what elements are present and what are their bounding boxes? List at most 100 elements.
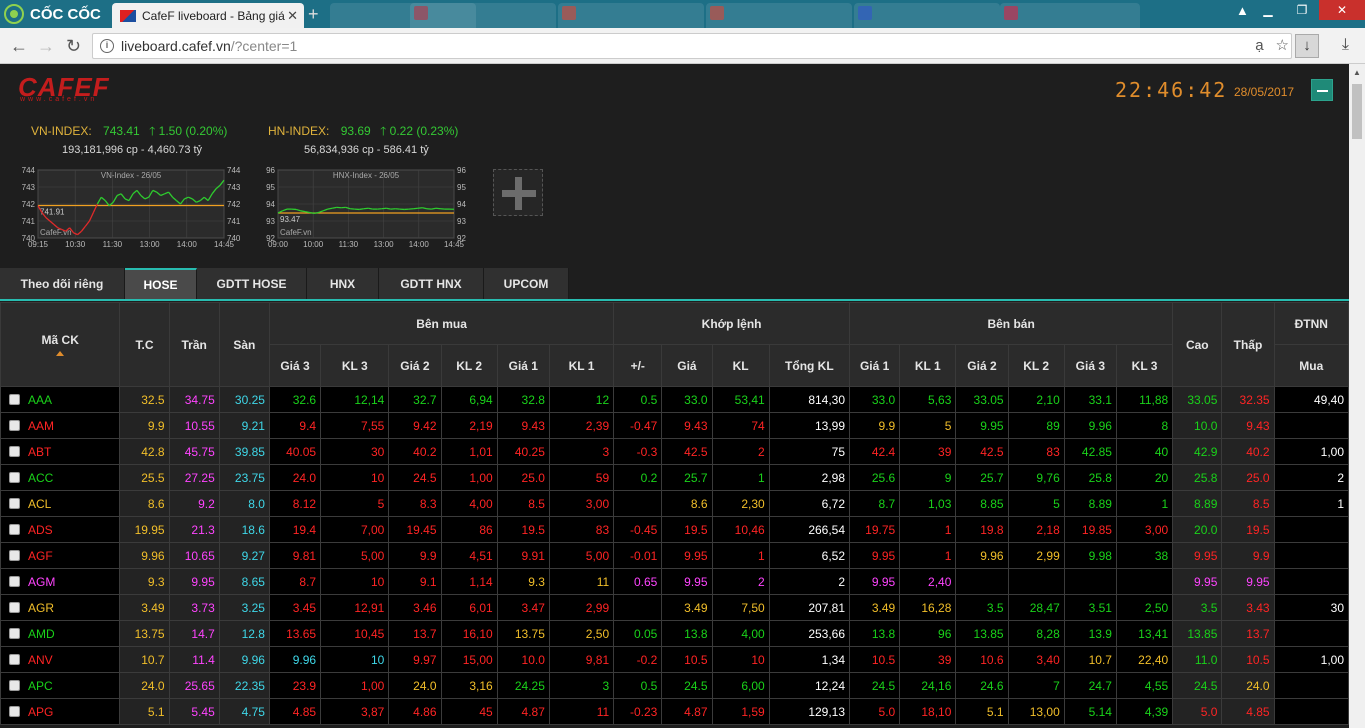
tab-hose[interactable]: HOSE <box>125 268 197 299</box>
col-thap: Thấp <box>1221 302 1275 387</box>
symbol-code[interactable]: ACC <box>28 471 53 485</box>
symbol-cell[interactable]: ABT <box>0 438 121 465</box>
symbol-cell[interactable]: APC <box>0 672 121 699</box>
background-tab[interactable] <box>706 3 852 28</box>
cell-17: 9.95 <box>1221 568 1275 595</box>
bookmark-star-icon[interactable]: ☆ <box>1276 36 1289 54</box>
table-row[interactable]: AAM 9.9 10.55 9.21 9.4 7,55 9.42 2,19 9.43 2,39 -0… <box>0 412 1349 439</box>
symbol-code[interactable]: ANV <box>28 653 53 667</box>
symbol-cell[interactable]: ANV <box>0 646 121 673</box>
collapse-header-button[interactable] <box>1311 79 1333 101</box>
address-field[interactable]: i liveboard.cafef.vn/?center=1 <box>92 33 1292 59</box>
symbol-cell[interactable]: AGR <box>0 594 121 621</box>
symbol-cell[interactable]: AGF <box>0 542 121 569</box>
translate-icon[interactable]: ạ <box>1255 37 1263 54</box>
watch-checkbox[interactable] <box>9 705 20 717</box>
symbol-cell[interactable]: AAA <box>0 386 121 413</box>
watch-checkbox[interactable] <box>9 653 20 665</box>
tab-cafef[interactable]: CafeF liveboard - Bảng giá ✕ <box>112 3 304 28</box>
table-row[interactable]: ADS 19.95 21.3 18.6 19.4 7,00 19.45 86 19.5 83 -0.… <box>0 516 1349 543</box>
tab-theo-d-i-ri-ng[interactable]: Theo dõi riêng <box>0 268 125 299</box>
symbol-code[interactable]: APC <box>28 679 53 693</box>
table-row[interactable]: AGM 9.3 9.95 8.65 8.7 10 9.1 1,14 9.3 11 0.65 9.95 2… <box>0 568 1349 595</box>
cell-1: 7,00 <box>320 516 390 543</box>
table-row[interactable]: APC 24.0 25.65 22.35 23.9 1,00 24.0 3,16 24.25 3 0… <box>0 672 1349 699</box>
coccoc-brand[interactable]: CỐC CỐC <box>4 4 101 24</box>
symbol-cell[interactable]: AAM <box>0 412 121 439</box>
symbol-cell[interactable]: APG <box>0 698 121 725</box>
watch-checkbox[interactable] <box>9 497 20 509</box>
symbol-code[interactable]: AAA <box>28 393 52 407</box>
symbol-cell[interactable]: AGM <box>0 568 121 595</box>
scroll-up-icon[interactable]: ▲ <box>1353 68 1361 77</box>
table-row[interactable]: AMD 13.75 14.7 12.8 13.65 10,45 13.7 16,10 13.75… <box>0 620 1349 647</box>
tab-gdtt-hnx[interactable]: GDTT HNX <box>379 268 484 299</box>
background-tab[interactable] <box>558 3 704 28</box>
tab-hnx[interactable]: HNX <box>307 268 379 299</box>
table-row[interactable]: ANV 10.7 11.4 9.96 9.96 10 9.97 15,00 10.0 9,81 -0… <box>0 646 1349 673</box>
table-row[interactable]: AGR 3.49 3.73 3.25 3.45 12,91 3.46 6,01 3.47 2,99… <box>0 594 1349 621</box>
minimize-icon[interactable]: ▁ <box>1251 0 1285 20</box>
watch-checkbox[interactable] <box>9 549 20 561</box>
sort-icon[interactable] <box>56 351 65 356</box>
table-row[interactable]: ABT 42.8 45.75 39.85 40.05 30 40.2 1,01 40.25 3 -0… <box>0 438 1349 465</box>
maximize-icon[interactable]: ❐ <box>1285 0 1319 20</box>
site-info-icon[interactable]: i <box>100 39 114 53</box>
symbol-code[interactable]: AAM <box>28 419 54 433</box>
background-tab[interactable] <box>410 3 556 28</box>
symbol-code[interactable]: ABT <box>28 445 51 459</box>
symbol-cell[interactable]: AMD <box>0 620 121 647</box>
back-icon[interactable]: ← <box>10 36 28 57</box>
vnindex-mini-chart[interactable]: 744 744743 743742 742741 741740 74009:15 10:30… <box>14 164 246 252</box>
cell-san: 39.85 <box>218 438 270 465</box>
close-window-icon[interactable]: ✕ <box>1319 0 1365 20</box>
col-symbol[interactable]: Mã CK <box>0 302 121 387</box>
symbol-code[interactable]: AGM <box>28 575 55 589</box>
add-chart-button[interactable] <box>493 169 543 216</box>
table-row[interactable]: ACL 8.6 9.2 8.0 8.12 5 8.3 4,00 8.5 3,00 8.6 2,30 6,… <box>0 490 1349 517</box>
symbol-cell[interactable]: ACL <box>0 490 121 517</box>
page-scrollbar[interactable]: ▲ <box>1349 64 1365 728</box>
cell-5: 2,39 <box>548 412 615 439</box>
new-tab-icon[interactable]: + <box>308 5 319 23</box>
cell-18 <box>1273 516 1349 543</box>
forward-icon[interactable]: → <box>37 36 55 57</box>
watch-checkbox[interactable] <box>9 393 20 405</box>
background-tab[interactable] <box>854 3 1000 28</box>
symbol-code[interactable]: AGF <box>28 549 53 563</box>
incognito-icon[interactable]: ▲ <box>1236 3 1249 18</box>
table-row[interactable]: APG 5.1 5.45 4.75 4.85 3,87 4.86 45 4.87 11 -0.23 4… <box>0 698 1349 725</box>
watch-checkbox[interactable] <box>9 601 20 613</box>
symbol-code[interactable]: ACL <box>28 497 51 511</box>
watch-checkbox[interactable] <box>9 523 20 535</box>
background-tab[interactable] <box>1000 3 1140 28</box>
symbol-cell[interactable]: ACC <box>0 464 121 491</box>
symbol-code[interactable]: AGR <box>28 601 54 615</box>
cell-11: 2,40 <box>899 568 957 595</box>
close-tab-icon[interactable]: ✕ <box>287 8 298 24</box>
table-row[interactable]: AAA 32.5 34.75 30.25 32.6 12,14 32.7 6,94 32.8 12… <box>0 386 1349 413</box>
tab-gdtt-hose[interactable]: GDTT HOSE <box>197 268 307 299</box>
watch-checkbox[interactable] <box>9 419 20 431</box>
hnxindex-mini-chart[interactable]: 96 9695 9594 9493 9392 9209:00 10:00 11:30 13:00… <box>254 164 476 252</box>
cell-12: 24.6 <box>955 672 1009 699</box>
watch-checkbox[interactable] <box>9 471 20 483</box>
table-row[interactable]: ACC 25.5 27.25 23.75 24.0 10 24.5 1,00 25.0 59 0.2… <box>0 464 1349 491</box>
symbol-code[interactable]: ADS <box>28 523 53 537</box>
cell-4: 9.91 <box>496 542 550 569</box>
symbol-code[interactable]: AMD <box>28 627 55 641</box>
watch-checkbox[interactable] <box>9 445 20 457</box>
scroll-thumb[interactable] <box>1352 84 1362 139</box>
reload-icon[interactable]: ↻ <box>66 36 81 57</box>
watch-checkbox[interactable] <box>9 575 20 587</box>
watch-checkbox[interactable] <box>9 627 20 639</box>
cell-9: 75 <box>768 438 851 465</box>
table-row[interactable]: AGF 9.96 10.65 9.27 9.81 5,00 9.9 4,51 9.91 5,00-… <box>0 542 1349 569</box>
symbol-code[interactable]: APG <box>28 705 53 719</box>
downloads-icon[interactable]: ⤓ <box>1342 36 1349 54</box>
download-video-icon[interactable]: ↓ <box>1295 34 1319 58</box>
tab-upcom[interactable]: UPCOM <box>484 268 569 299</box>
watch-checkbox[interactable] <box>9 679 20 691</box>
cafef-logo[interactable]: CAFEF <box>18 74 110 100</box>
symbol-cell[interactable]: ADS <box>0 516 121 543</box>
